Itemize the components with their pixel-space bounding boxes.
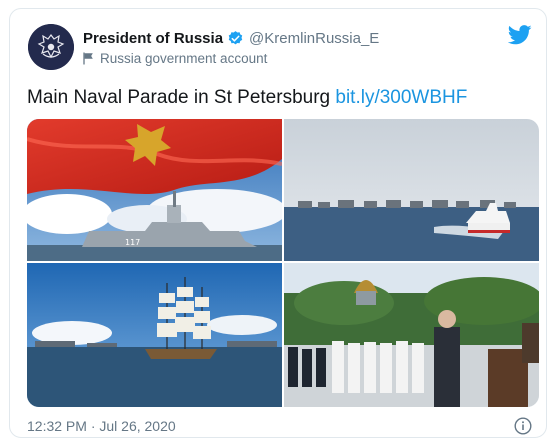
timestamp[interactable]: 12:32 PM · Jul 26, 2020 — [27, 418, 176, 434]
verified-icon — [228, 31, 243, 45]
tweet-link[interactable]: bit.ly/300WBHF — [335, 87, 467, 108]
photo-flag-warship[interactable]: 117 — [27, 119, 282, 261]
avatar[interactable] — [28, 24, 74, 70]
government-label-text: Russia government account — [100, 51, 268, 66]
photo-fleet[interactable] — [284, 119, 539, 261]
tweet-body: Main Naval Parade in St Petersburg — [27, 87, 336, 108]
flag-icon — [83, 52, 93, 65]
handle[interactable]: @KremlinRussia_E — [249, 30, 379, 47]
display-name[interactable]: President of Russia — [83, 30, 223, 47]
photo-tall-ship[interactable] — [27, 263, 282, 407]
name-row: President of Russia @KremlinRussia_E — [83, 30, 379, 47]
photo-ceremony[interactable] — [284, 263, 539, 407]
media-grid: 117 — [27, 119, 539, 407]
ship-hull-number: 117 — [125, 238, 140, 247]
tweet-card[interactable]: President of Russia @KremlinRussia_E Rus… — [9, 8, 547, 438]
government-label: Russia government account — [83, 51, 267, 66]
twitter-bird-icon[interactable] — [508, 25, 532, 45]
info-icon[interactable] — [514, 417, 532, 435]
tweet-text: Main Naval Parade in St Petersburg bit.l… — [27, 87, 467, 109]
emblem-icon — [28, 24, 74, 70]
